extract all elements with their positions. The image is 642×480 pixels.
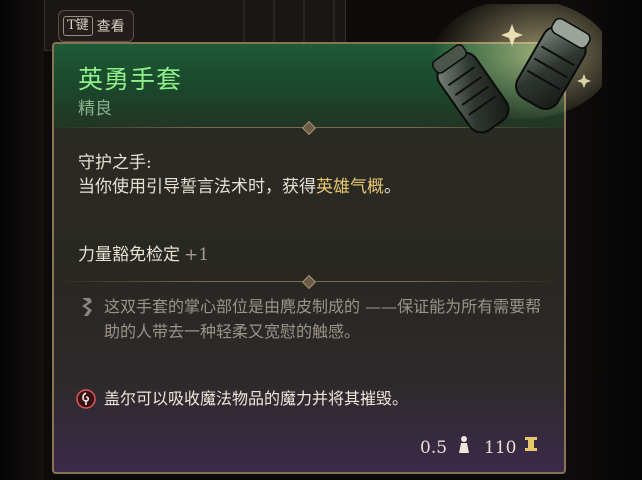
strength-save-bonus: 力量豁免检定 +1: [78, 240, 209, 265]
bonus-value: +1: [184, 245, 210, 265]
lore-text: 这双手套的掌心部位是由麂皮制成的 ——保证能为所有需要帮助的人带去一种轻柔又宽慰…: [104, 297, 542, 341]
item-price: 110: [484, 438, 517, 458]
item-name: 英勇手套: [78, 65, 183, 94]
scroll-icon: [82, 298, 92, 316]
tooltip-footer: 0.5 110: [54, 424, 564, 472]
item-weight: 0.5: [420, 438, 448, 458]
weight-icon: [459, 436, 469, 453]
passive-desc-prefix: 当你使用引导誓言法术时，获得: [78, 177, 316, 197]
swirl-icon: [76, 389, 96, 409]
examine-hint[interactable]: T键 查看: [58, 10, 134, 42]
passive-desc-suffix: 。: [384, 177, 401, 197]
background-left: [0, 0, 44, 480]
warning-text: 盖尔可以吸收魔法物品的魔力并将其摧毁。: [104, 389, 409, 408]
hotkey-keycap: T键: [63, 16, 93, 36]
gold-coin-icon: [525, 437, 537, 451]
passive-description: 当你使用引导誓言法术时，获得英雄气概。: [78, 174, 408, 201]
bonus-label: 力量豁免检定: [78, 245, 180, 265]
examine-label: 查看: [96, 19, 125, 35]
divider-middle: [54, 274, 564, 290]
heroism-keyword[interactable]: 英雄气概: [316, 177, 384, 197]
gauntlets-icon: [431, 4, 602, 134]
passive-name: 守护之手:: [78, 153, 152, 173]
item-rarity: 精良: [78, 99, 112, 119]
